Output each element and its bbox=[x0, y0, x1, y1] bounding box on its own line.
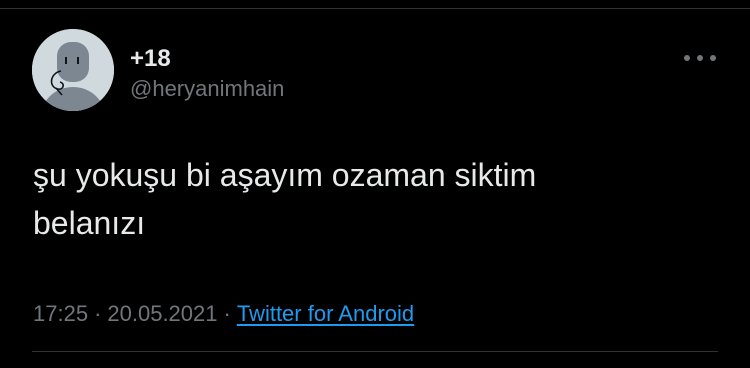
more-dot bbox=[710, 55, 716, 61]
tweet-card[interactable]: +18 @heryanimhain şu yokuşu bi aşayım oz… bbox=[0, 9, 750, 368]
more-dots-icon[interactable] bbox=[684, 51, 716, 65]
bottom-divider bbox=[32, 351, 718, 352]
default-profile-icon bbox=[32, 29, 114, 111]
tweet-time[interactable]: 17:25 bbox=[33, 301, 88, 326]
display-name[interactable]: +18 bbox=[130, 45, 171, 73]
tweet-text: şu yokuşu bi aşayım ozaman siktim belanı… bbox=[33, 157, 537, 241]
tweet-date[interactable]: 20.05.2021 bbox=[107, 301, 217, 326]
avatar[interactable] bbox=[32, 29, 114, 111]
meta-separator: · bbox=[223, 301, 231, 326]
tweet-source-link[interactable]: Twitter for Android bbox=[237, 301, 414, 326]
meta-separator: · bbox=[94, 301, 102, 326]
more-dot bbox=[697, 55, 703, 61]
more-dot bbox=[684, 55, 690, 61]
tweet-metadata: 17:25 · 20.05.2021 · Twitter for Android bbox=[33, 300, 414, 328]
user-handle[interactable]: @heryanimhain bbox=[130, 75, 284, 103]
